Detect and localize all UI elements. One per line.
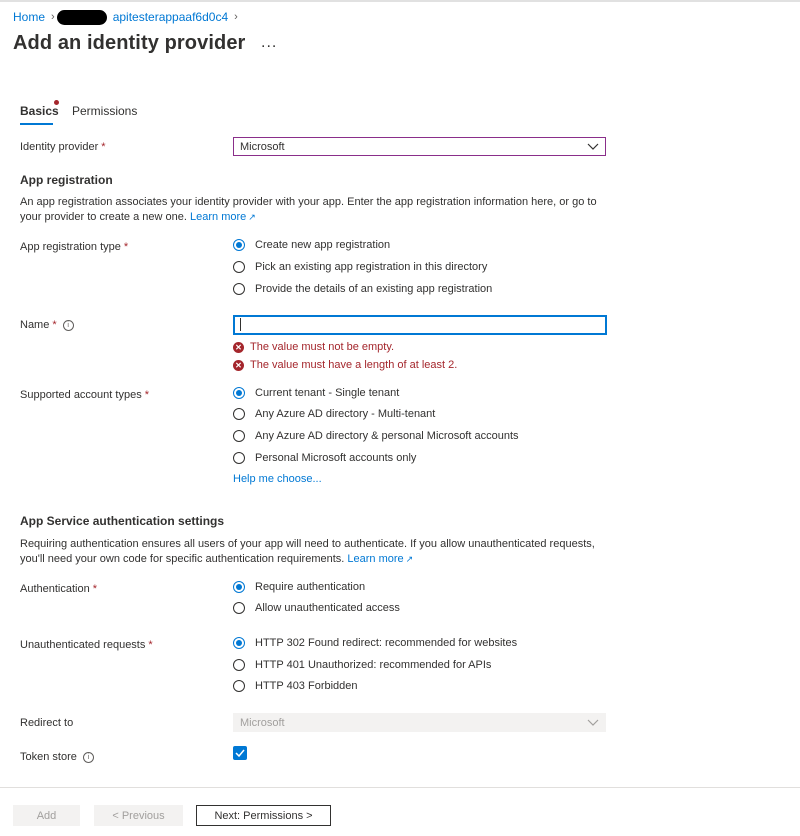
- info-icon[interactable]: i: [62, 319, 74, 331]
- radio-allow-unauthenticated[interactable]: Allow unauthenticated access: [233, 601, 400, 615]
- name-label: Name * i: [20, 319, 74, 331]
- radio-unselected-icon: [233, 659, 245, 671]
- supported-account-types-label: Supported account types *: [20, 389, 149, 401]
- radio-http-401[interactable]: HTTP 401 Unauthorized: recommended for A…: [233, 658, 491, 672]
- required-marker: *: [123, 241, 129, 253]
- app-registration-description: An app registration associates your iden…: [20, 196, 597, 223]
- required-marker: *: [148, 639, 153, 651]
- next-permissions-button[interactable]: Next: Permissions >: [196, 805, 331, 826]
- auth-settings-heading: App Service authentication settings: [20, 514, 225, 528]
- learn-more-link[interactable]: Learn more ↗: [347, 553, 413, 565]
- add-button[interactable]: Add: [13, 805, 80, 826]
- radio-selected-icon: [233, 581, 245, 593]
- name-error-length: ✕ The value must have a length of at lea…: [233, 358, 457, 372]
- app-registration-heading: App registration: [20, 173, 113, 187]
- name-error-empty: ✕ The value must not be empty.: [233, 340, 394, 354]
- required-marker: *: [144, 389, 149, 401]
- required-marker: *: [92, 583, 97, 595]
- redirect-to-dropdown: Microsoft: [233, 713, 606, 732]
- radio-unselected-icon: [233, 602, 245, 614]
- radio-provide-details-app-registration[interactable]: Provide the details of an existing app r…: [233, 282, 492, 296]
- help-me-choose-link[interactable]: Help me choose...: [233, 473, 322, 485]
- required-marker: *: [101, 141, 106, 153]
- radio-unselected-icon: [233, 283, 245, 295]
- footer-divider: [0, 787, 800, 788]
- breadcrumb: Home › apitesterappaaf6d0c4 ›: [13, 9, 244, 25]
- redacted-breadcrumb-item: [56, 9, 107, 25]
- info-icon[interactable]: i: [82, 751, 94, 763]
- token-store-checkbox[interactable]: [233, 746, 247, 760]
- radio-unselected-icon: [233, 408, 245, 420]
- chevron-right-icon: ›: [51, 11, 55, 23]
- radio-pick-existing-app-registration[interactable]: Pick an existing app registration in thi…: [233, 260, 487, 274]
- error-circle-icon: ✕: [233, 359, 244, 371]
- app-registration-type-label: App registration type *: [20, 241, 129, 253]
- learn-more-link[interactable]: Learn more ↗: [190, 211, 256, 223]
- checkmark-icon: [235, 749, 245, 758]
- radio-selected-icon: [233, 387, 245, 399]
- radio-selected-icon: [233, 637, 245, 649]
- tab-permissions[interactable]: Permissions: [72, 104, 137, 118]
- external-link-icon: ↗: [405, 554, 414, 564]
- tab-selected-indicator: [20, 123, 53, 125]
- ellipsis-icon[interactable]: ...: [261, 34, 277, 52]
- unauthenticated-requests-label: Unauthenticated requests *: [20, 639, 153, 651]
- token-store-label: Token store i: [20, 751, 94, 763]
- radio-selected-icon: [233, 239, 245, 251]
- name-input[interactable]: [233, 315, 607, 335]
- required-marker: *: [52, 319, 57, 331]
- authentication-label: Authentication *: [20, 583, 97, 595]
- page-title: Add an identity provider: [13, 32, 246, 54]
- tab-basics[interactable]: Basics: [20, 104, 59, 118]
- radio-single-tenant[interactable]: Current tenant - Single tenant: [233, 386, 399, 400]
- top-border: [0, 0, 800, 2]
- radio-unselected-icon: [233, 430, 245, 442]
- auth-settings-description: Requiring authentication ensures all use…: [20, 538, 595, 565]
- identity-provider-value: Microsoft: [240, 141, 285, 153]
- redirect-to-label: Redirect to: [20, 717, 74, 729]
- radio-unselected-icon: [233, 261, 245, 273]
- external-link-icon: ↗: [248, 212, 256, 222]
- tab-error-dot: [54, 100, 59, 105]
- radio-unselected-icon: [233, 680, 245, 692]
- chevron-down-icon: [587, 719, 599, 726]
- radio-http-403[interactable]: HTTP 403 Forbidden: [233, 679, 358, 693]
- chevron-right-icon: ›: [234, 11, 238, 23]
- radio-create-new-app-registration[interactable]: Create new app registration: [233, 238, 390, 252]
- previous-button[interactable]: < Previous: [94, 805, 183, 826]
- breadcrumb-resource[interactable]: apitesterappaaf6d0c4: [113, 10, 228, 24]
- breadcrumb-home[interactable]: Home: [13, 10, 45, 24]
- radio-http-302[interactable]: HTTP 302 Found redirect: recommended for…: [233, 636, 517, 650]
- radio-multi-tenant[interactable]: Any Azure AD directory - Multi-tenant: [233, 407, 435, 421]
- chevron-down-icon: [587, 143, 599, 150]
- radio-require-authentication[interactable]: Require authentication: [233, 580, 365, 594]
- radio-personal-only[interactable]: Personal Microsoft accounts only: [233, 451, 416, 465]
- error-circle-icon: ✕: [233, 341, 244, 353]
- identity-provider-label: Identity provider *: [20, 141, 106, 153]
- identity-provider-dropdown[interactable]: Microsoft: [233, 137, 606, 156]
- radio-multi-tenant-personal[interactable]: Any Azure AD directory & personal Micros…: [233, 429, 519, 443]
- text-caret: [240, 318, 241, 331]
- radio-unselected-icon: [233, 452, 245, 464]
- redirect-to-value: Microsoft: [240, 717, 285, 729]
